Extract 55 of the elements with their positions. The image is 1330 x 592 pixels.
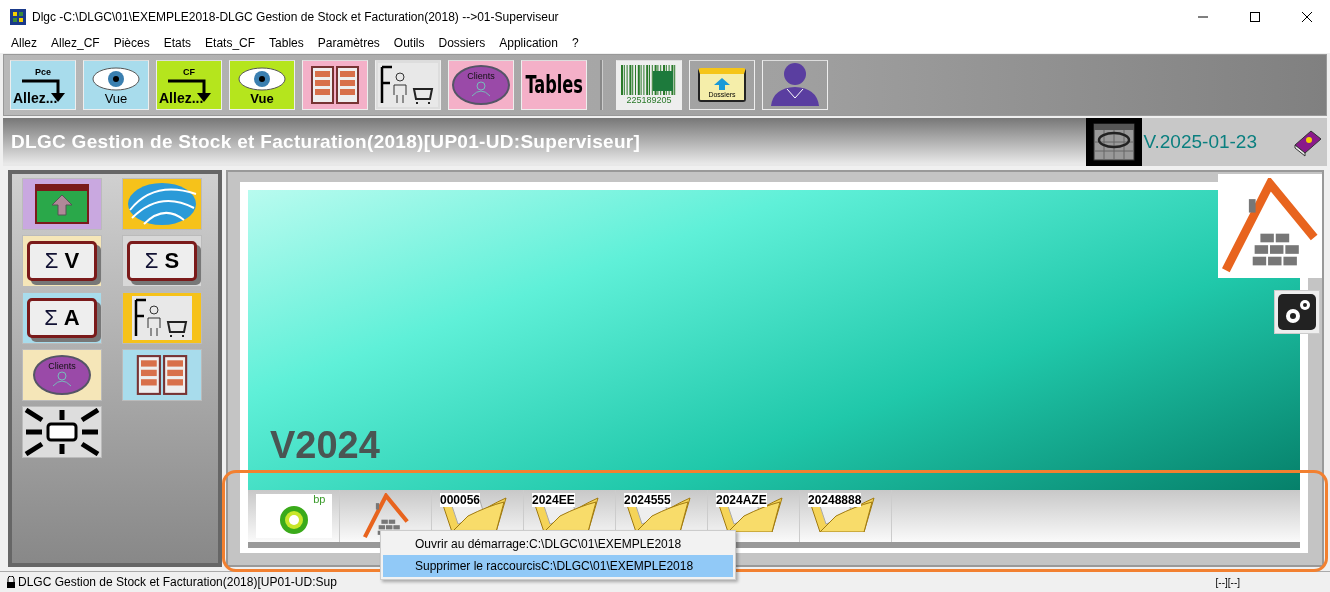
menu-item[interactable]: Allez (4, 36, 44, 50)
view-button[interactable]: Vue (83, 60, 149, 110)
context-menu-item[interactable]: Supprimer le raccourcisC:\DLGC\01\EXEMPLE2018 (383, 555, 733, 577)
menu-item[interactable]: Paramètres (310, 36, 387, 50)
menu-item[interactable]: Pièces (106, 36, 157, 50)
person-cart-icon (132, 296, 192, 340)
menu-item[interactable]: Application (492, 36, 565, 50)
menu-item[interactable]: Etats (156, 36, 199, 50)
help-button[interactable] (1287, 118, 1327, 166)
arrows-icon (24, 408, 100, 456)
upload-button[interactable] (22, 178, 102, 230)
menu-item[interactable]: Outils (386, 36, 432, 50)
shelves-button[interactable] (122, 349, 202, 401)
globe-button[interactable] (122, 178, 202, 230)
goto-button[interactable]: CF Allez... (156, 60, 222, 110)
clients-button[interactable]: Clients (22, 349, 102, 401)
menu-item[interactable]: ? (564, 36, 586, 50)
close-icon (1302, 11, 1312, 22)
upload-icon (32, 183, 92, 225)
person-cart-button[interactable] (375, 60, 441, 110)
menu-item[interactable]: Tables (262, 36, 311, 50)
status-text: DLGC Gestion de Stock et Facturation(2018)[UP01-UD:Sup (18, 575, 338, 589)
banner-watermark: V2024 (270, 426, 380, 464)
tables-button[interactable]: Tables (521, 60, 587, 110)
lock-icon (6, 576, 16, 588)
app-icon (10, 8, 26, 25)
sigma-button[interactable]: Σ A (22, 292, 102, 344)
barcode-button[interactable]: 225189205 (616, 60, 682, 110)
eye-icon (91, 65, 141, 92)
settings-icon (1278, 294, 1316, 330)
menu-item[interactable]: Allez_CF (44, 36, 107, 50)
status-indicator: [--][--] (1215, 576, 1241, 588)
shelves-icon (309, 65, 361, 105)
menu-item[interactable]: Etats_CF (198, 36, 263, 50)
shortcut-tile[interactable]: 20248888 (800, 490, 892, 542)
app-title: DLGC Gestion de Stock et Facturation(2018)[UP01-UD:Superviseur] (10, 131, 642, 153)
eye-icon (237, 65, 287, 92)
shelves-icon (134, 354, 190, 396)
version-label: V.2025-01-23 (1141, 118, 1287, 166)
goto-button[interactable]: Pce Allez... (10, 60, 76, 110)
menu-item[interactable]: Dossiers (431, 36, 493, 50)
person-cart-button[interactable] (122, 292, 202, 344)
expand-button[interactable] (22, 406, 102, 458)
doctor-button[interactable] (762, 60, 828, 110)
sigma-button[interactable]: Σ V (22, 235, 102, 287)
logo-text: bp (313, 494, 326, 505)
maximize-icon (1250, 11, 1260, 22)
clients-badge: Clients (33, 355, 91, 395)
shelves-button[interactable] (302, 60, 368, 110)
settings-button[interactable] (1274, 290, 1320, 334)
window-title: Dlgc -C:\DLGC\01\EXEMPLE2018-DLGC Gestion de Stock et Facturation(2018) -->01-Superviseur (32, 9, 560, 24)
person-cart-icon (378, 63, 438, 107)
calendar-button[interactable] (1085, 118, 1142, 166)
sigma-button[interactable]: Σ S (122, 235, 202, 287)
view-button[interactable]: Vue (229, 60, 295, 110)
